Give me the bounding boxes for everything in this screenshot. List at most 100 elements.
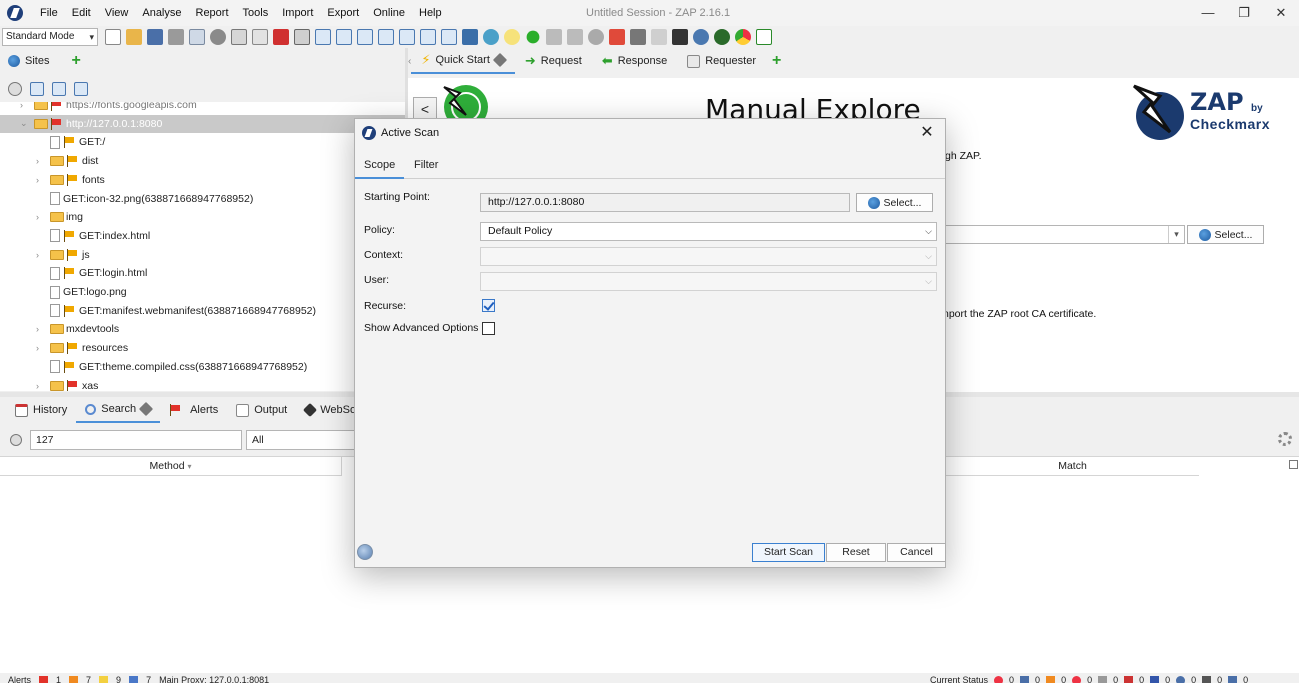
help-icon[interactable] xyxy=(357,544,373,560)
tree-node[interactable]: › mxdevtools xyxy=(36,320,119,338)
tree-node[interactable]: GET:/ xyxy=(36,133,105,151)
policy-select[interactable]: Default Policy ⌵ xyxy=(480,222,937,241)
tree-expand-chevron-icon[interactable]: › xyxy=(36,343,46,353)
network-icon[interactable] xyxy=(650,29,667,45)
terminal-icon[interactable] xyxy=(671,29,688,45)
layout-icon[interactable] xyxy=(293,29,310,45)
dialog-close-button[interactable]: ✕ xyxy=(915,122,939,144)
tree-node[interactable]: › fonts xyxy=(36,171,105,189)
tab-sites[interactable]: Sites xyxy=(8,55,49,67)
tab-scope[interactable]: Scope xyxy=(355,155,405,179)
menu-file[interactable]: File xyxy=(33,7,65,19)
tree-node[interactable]: GET:manifest.webmanifest(638871668947768… xyxy=(36,302,316,320)
filter-icon[interactable] xyxy=(8,82,22,96)
menu-analyse[interactable]: Analyse xyxy=(135,7,188,19)
tab-requester[interactable]: Requester xyxy=(677,48,766,74)
tab-quick-start[interactable]: ⚡ Quick Start xyxy=(411,48,515,74)
clear-search-icon[interactable] xyxy=(10,434,22,446)
tree-expand-chevron-icon[interactable]: › xyxy=(36,324,46,334)
tree-expand-chevron-icon[interactable]: › xyxy=(36,381,46,391)
search-type-select[interactable]: All xyxy=(246,430,366,450)
add-workspace-tab-plus-icon[interactable]: + xyxy=(772,52,781,70)
scan-policy-icon[interactable] xyxy=(461,29,478,45)
sites-tree[interactable]: › https://fonts.googleapis.com ⌄ http://127… xyxy=(0,102,405,391)
add-tab-plus-icon[interactable]: + xyxy=(71,52,80,70)
hint-bulb-icon[interactable] xyxy=(503,29,520,45)
pin-icon[interactable] xyxy=(139,401,154,417)
keyboard-icon[interactable] xyxy=(629,29,646,45)
save-session-icon[interactable] xyxy=(146,29,163,45)
tab-filter[interactable]: Filter xyxy=(405,155,447,179)
tree-node[interactable]: › js xyxy=(36,246,90,264)
step-icon[interactable] xyxy=(545,29,562,45)
tree-expand-chevron-icon[interactable]: ⌄ xyxy=(20,118,30,129)
tab-response[interactable]: ⬅ Response xyxy=(592,48,677,74)
drop-icon[interactable] xyxy=(608,29,625,45)
tree-expand-chevron-icon[interactable]: › xyxy=(36,156,46,166)
menu-view[interactable]: View xyxy=(98,7,136,19)
minimize-button[interactable]: — xyxy=(1188,3,1228,23)
tree-node[interactable]: › https://fonts.googleapis.com xyxy=(20,102,197,114)
menu-export[interactable]: Export xyxy=(320,7,366,19)
tree-node[interactable]: GET:index.html xyxy=(36,227,150,245)
menu-tools[interactable]: Tools xyxy=(236,7,276,19)
mode-select[interactable]: Standard Mode ▾ xyxy=(2,28,98,46)
tab-search[interactable]: Search xyxy=(76,397,161,423)
user-select[interactable]: ⌵ xyxy=(480,272,937,291)
chrome-browser-icon[interactable] xyxy=(734,29,751,45)
new-session-icon[interactable] xyxy=(104,29,121,45)
edit-icon[interactable] xyxy=(251,29,268,45)
tree-expand-chevron-icon[interactable]: › xyxy=(36,212,46,222)
column-header-match[interactable]: Match xyxy=(946,456,1199,476)
gear-icon[interactable] xyxy=(1278,432,1292,446)
export-context-icon[interactable] xyxy=(74,82,88,96)
restore-button[interactable]: ❐ xyxy=(1224,3,1264,23)
tree-expand-chevron-icon[interactable]: › xyxy=(20,102,30,110)
tree-node[interactable]: › dist xyxy=(36,152,98,170)
menu-report[interactable]: Report xyxy=(189,7,236,19)
stop-icon[interactable] xyxy=(587,29,604,45)
show-tabs-icon[interactable] xyxy=(419,29,436,45)
close-window-button[interactable]: ✕ xyxy=(1261,3,1299,23)
manage-addons-icon[interactable] xyxy=(482,29,499,45)
open-session-icon[interactable] xyxy=(125,29,142,45)
recurse-checkbox[interactable] xyxy=(482,299,495,312)
pin-icon[interactable] xyxy=(492,52,507,68)
tree-node[interactable]: GET:logo.png xyxy=(36,283,127,301)
continue-icon[interactable] xyxy=(566,29,583,45)
explore-url-combo[interactable]: ▾ xyxy=(945,225,1185,244)
search-input[interactable]: 127 xyxy=(30,430,242,450)
break-green-icon[interactable] xyxy=(526,30,539,44)
tree-node[interactable]: GET:icon-32.png(638871668947768952) xyxy=(36,190,253,208)
explore-select-button[interactable]: Select... xyxy=(1187,225,1264,244)
column-header-method[interactable]: Method ▾ xyxy=(0,456,342,476)
layout-vertical-icon[interactable] xyxy=(398,29,415,45)
snapshot-icon[interactable] xyxy=(167,29,184,45)
layout-split-icon[interactable] xyxy=(356,29,373,45)
tree-node[interactable]: › img xyxy=(36,208,83,226)
select-starting-point-button[interactable]: Select... xyxy=(856,193,933,212)
start-scan-button[interactable]: Start Scan xyxy=(752,543,825,562)
menu-help[interactable]: Help xyxy=(412,7,449,19)
starting-point-field[interactable]: http://127.0.0.1:8080 xyxy=(480,193,850,212)
tree-expand-chevron-icon[interactable]: › xyxy=(36,250,46,260)
tree-node[interactable]: GET:login.html xyxy=(36,264,147,282)
new-context-icon[interactable] xyxy=(30,82,44,96)
tab-request[interactable]: ➜ Request xyxy=(515,48,592,74)
layout-horizontal-icon[interactable] xyxy=(377,29,394,45)
advanced-options-checkbox[interactable] xyxy=(482,322,495,335)
tree-expand-chevron-icon[interactable]: › xyxy=(36,175,46,185)
tree-node[interactable]: GET:theme.compiled.css(63887166894776895… xyxy=(36,358,307,376)
dialog-title-bar[interactable]: Active Scan ✕ xyxy=(355,119,945,147)
tab-alerts[interactable]: Alerts xyxy=(160,397,227,423)
layout-tabs-icon[interactable] xyxy=(314,29,331,45)
layout-full-icon[interactable] xyxy=(335,29,352,45)
session-properties-icon[interactable] xyxy=(188,29,205,45)
hide-tabs-icon[interactable] xyxy=(440,29,457,45)
hud-icon[interactable] xyxy=(713,29,730,45)
tree-node[interactable]: › resources xyxy=(36,339,128,357)
column-chooser-icon[interactable] xyxy=(1289,460,1298,469)
tree-node[interactable]: ⌄ http://127.0.0.1:8080 xyxy=(0,114,405,133)
tab-history[interactable]: History xyxy=(6,397,76,423)
export-icon[interactable] xyxy=(230,29,247,45)
